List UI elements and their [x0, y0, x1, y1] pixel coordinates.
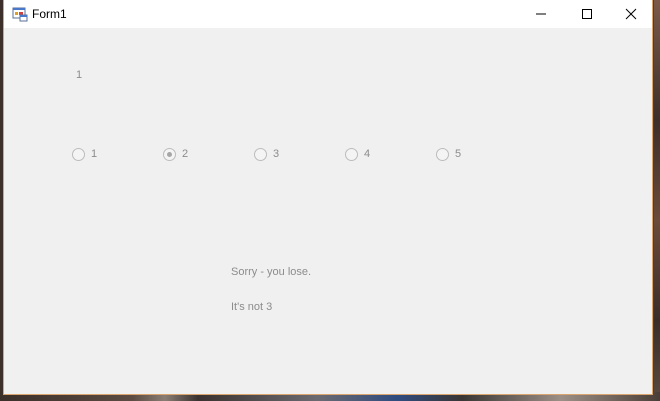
- radio-circle[interactable]: [345, 147, 358, 161]
- radio-label: 1: [91, 147, 98, 160]
- radio-option-3[interactable]: 3: [254, 147, 279, 161]
- top-label: 1: [76, 69, 83, 81]
- radio-circle[interactable]: [72, 147, 85, 161]
- radio-label: 2: [182, 147, 189, 160]
- radio-circle[interactable]: [254, 147, 267, 161]
- radio-label: 5: [455, 147, 462, 160]
- maximize-icon: [582, 9, 592, 19]
- radio-circle[interactable]: [163, 147, 176, 161]
- radio-circle[interactable]: [436, 147, 449, 161]
- window-title: Form1: [32, 7, 67, 21]
- title-bar[interactable]: Form1: [4, 0, 652, 28]
- result-message: Sorry - you lose.: [231, 266, 312, 278]
- close-icon: [625, 8, 637, 20]
- form-window: Form1 1 1 2 3 4 5 Sorry - you lose. It's…: [3, 0, 653, 395]
- radio-option-1[interactable]: 1: [72, 147, 97, 161]
- desktop-background-right: [654, 0, 660, 401]
- form-client-area: 1 1 2 3 4 5 Sorry - you lose. It's not 3: [4, 28, 652, 395]
- minimize-button[interactable]: [518, 0, 564, 28]
- radio-label: 3: [273, 147, 280, 160]
- maximize-button[interactable]: [564, 0, 610, 28]
- radio-option-2[interactable]: 2: [163, 147, 188, 161]
- radio-label: 4: [364, 147, 371, 160]
- radio-option-4[interactable]: 4: [345, 147, 370, 161]
- windows-form-icon[interactable]: [12, 6, 28, 22]
- hint-message: It's not 3: [231, 301, 273, 313]
- minimize-icon: [536, 13, 546, 15]
- close-button[interactable]: [608, 0, 654, 28]
- radio-option-5[interactable]: 5: [436, 147, 461, 161]
